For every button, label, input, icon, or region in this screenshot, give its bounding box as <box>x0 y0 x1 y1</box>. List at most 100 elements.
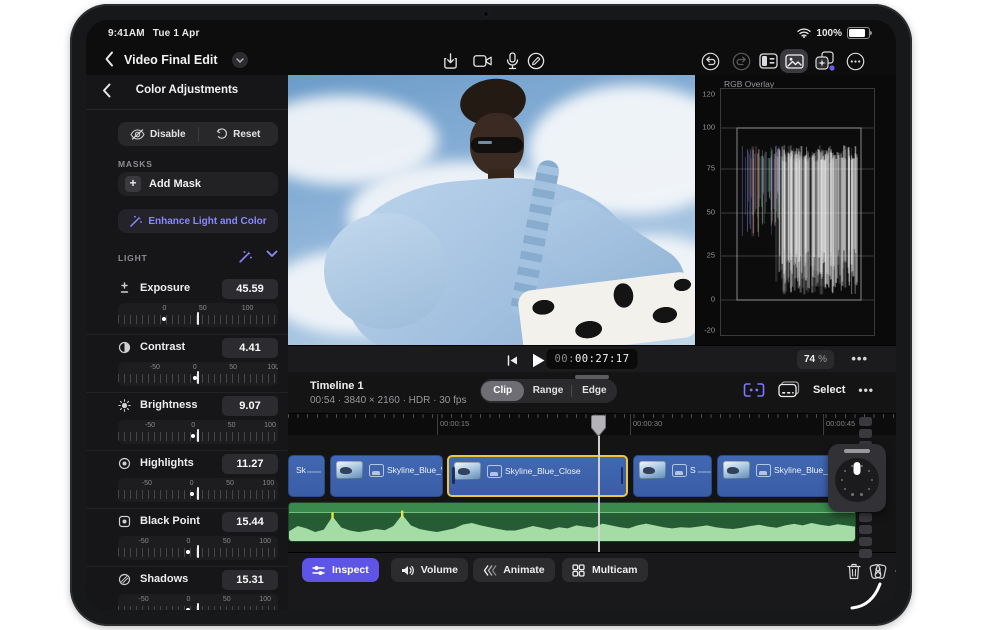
slider-name: Black Point <box>140 515 200 527</box>
undo-button[interactable] <box>698 49 722 73</box>
reset-button[interactable]: Reset <box>199 122 279 146</box>
inspect-button[interactable]: Inspect <box>302 558 379 582</box>
insert-button[interactable] <box>894 561 896 581</box>
wand-icon <box>129 215 142 228</box>
volume-button[interactable]: Volume <box>391 558 468 582</box>
record-video-button[interactable] <box>471 49 495 73</box>
trim-handle-right[interactable] <box>621 467 624 484</box>
reset-icon <box>216 128 228 140</box>
scope-axis-label: 25 <box>691 251 715 260</box>
mode-range[interactable]: Range <box>526 381 569 401</box>
clip-thumbnail <box>454 462 481 480</box>
viewer-button[interactable] <box>780 49 808 73</box>
ruler-current-indicator <box>197 487 199 500</box>
project-menu-button[interactable] <box>232 52 248 68</box>
slider-value-field[interactable]: 11.27 <box>222 454 278 474</box>
ruler-scale-label: 0 <box>190 480 194 487</box>
slider-name: Exposure <box>140 282 190 294</box>
slider-value-field[interactable]: 45.59 <box>222 279 278 299</box>
jog-drag-handle[interactable] <box>844 449 870 453</box>
playhead-line[interactable] <box>598 436 600 552</box>
multicam-button[interactable]: Multicam <box>562 558 648 582</box>
ruler-scale-label: 100 <box>267 364 278 371</box>
ruler-scale-label: 100 <box>242 305 254 312</box>
mode-clip[interactable]: Clip <box>481 381 524 401</box>
viewer-zoom-control[interactable]: 74% <box>797 350 834 369</box>
disable-button[interactable]: Disable <box>118 122 198 146</box>
plus-icon: + <box>125 176 141 192</box>
slider-ruler[interactable]: -50050100 <box>118 362 278 386</box>
clip-skyline_blue_close[interactable]: Skyline_Blue_Close <box>447 455 628 497</box>
scope-axis-label: -20 <box>691 326 715 335</box>
ruler-scale-label: 100 <box>259 538 271 545</box>
brightness-icon <box>118 399 131 412</box>
redo-button[interactable] <box>729 49 753 73</box>
slider-value-field[interactable]: 15.31 <box>222 570 278 590</box>
ipad-device: 9:41AMTue 1 Apr 100% Video Final Edit <box>70 4 912 626</box>
more-options-button[interactable] <box>843 49 867 73</box>
import-button[interactable] <box>438 49 462 73</box>
animate-button[interactable]: Animate <box>473 558 554 582</box>
clip-overview-icon[interactable] <box>778 381 800 398</box>
zoom-unit: % <box>818 354 827 365</box>
effects-button[interactable] <box>812 49 836 73</box>
back-button[interactable] <box>104 51 118 69</box>
slider-value-field[interactable]: 4.41 <box>222 338 278 358</box>
panel-header: Color Adjustments <box>86 75 288 110</box>
timeline-tracks: SkSkyline_Blue_WideSkyline_Blue_CloseSSk… <box>288 435 896 552</box>
blade-icon <box>869 563 887 580</box>
scope-axis-label: 120 <box>691 90 715 99</box>
subject-sunglasses <box>471 137 523 153</box>
skip-back-button[interactable] <box>502 350 522 370</box>
blade-button[interactable] <box>868 561 888 581</box>
dial-tick-dot <box>860 493 863 496</box>
slider-name: Highlights <box>140 457 194 469</box>
add-mask-button[interactable]: + Add Mask <box>118 172 278 196</box>
contrast-icon <box>118 341 131 354</box>
jog-wheel[interactable] <box>828 444 886 512</box>
timeline-more-button[interactable]: ••• <box>858 383 874 397</box>
jog-dial[interactable] <box>835 458 879 502</box>
play-button[interactable] <box>528 350 548 370</box>
ruler-scale-label: -50 <box>150 364 160 371</box>
clip-thumbnail <box>639 461 666 479</box>
enhance-light-color-button[interactable]: Enhance Light and Color <box>118 209 278 233</box>
ruler-scale-label: 50 <box>229 364 237 371</box>
slider-shadows: Shadows15.31-50050100 <box>86 566 288 610</box>
timecode-value: 00:27:17 <box>575 353 630 365</box>
media-browser-button[interactable] <box>756 49 780 73</box>
chevron-down-icon[interactable] <box>266 250 278 258</box>
ruler-scale-label: 100 <box>264 422 276 429</box>
slider-value-field[interactable]: 15.44 <box>222 512 278 532</box>
record-audio-button[interactable] <box>500 49 524 73</box>
slider-ruler[interactable]: -50050100 <box>118 478 278 502</box>
slider-ruler[interactable]: -50050100 <box>118 536 278 560</box>
trim-handle-left[interactable] <box>452 467 455 484</box>
select-button[interactable]: Select <box>813 384 845 396</box>
ruler-scale-label: 0 <box>186 596 190 603</box>
slider-ruler[interactable]: -50050100 <box>118 420 278 444</box>
ruler-scale-label: 100 <box>263 480 275 487</box>
zoom-value: 74 <box>804 354 815 365</box>
slider-value-field[interactable]: 9.07 <box>222 396 278 416</box>
audio-clip[interactable] <box>288 502 856 542</box>
wifi-icon <box>797 28 811 38</box>
mode-edge[interactable]: Edge <box>573 381 616 401</box>
clip-skyline_blue_wide[interactable]: Skyline_Blue_Wide <box>330 455 443 497</box>
rgb-overlay-scope: RGB Overlay 1201007550250-20 <box>695 75 896 345</box>
pencil-tools-button[interactable] <box>524 49 548 73</box>
playhead-handle[interactable] <box>591 414 606 438</box>
slider-ruler[interactable]: 050100 <box>118 303 278 327</box>
photo-icon <box>487 465 502 478</box>
clip-s[interactable]: S <box>633 455 712 497</box>
delete-button[interactable] <box>844 561 864 581</box>
battery-percent: 100% <box>816 28 842 39</box>
trash-icon <box>847 563 861 580</box>
wand-icon[interactable] <box>238 250 252 264</box>
ruler-current-indicator <box>197 429 199 442</box>
slider-ruler[interactable]: -50050100 <box>118 594 278 610</box>
viewer-more-button[interactable]: ••• <box>851 351 868 366</box>
jog-knob[interactable] <box>854 462 861 475</box>
magnetic-timeline-icon[interactable] <box>743 382 765 398</box>
clip-sk[interactable]: Sk <box>288 455 325 497</box>
